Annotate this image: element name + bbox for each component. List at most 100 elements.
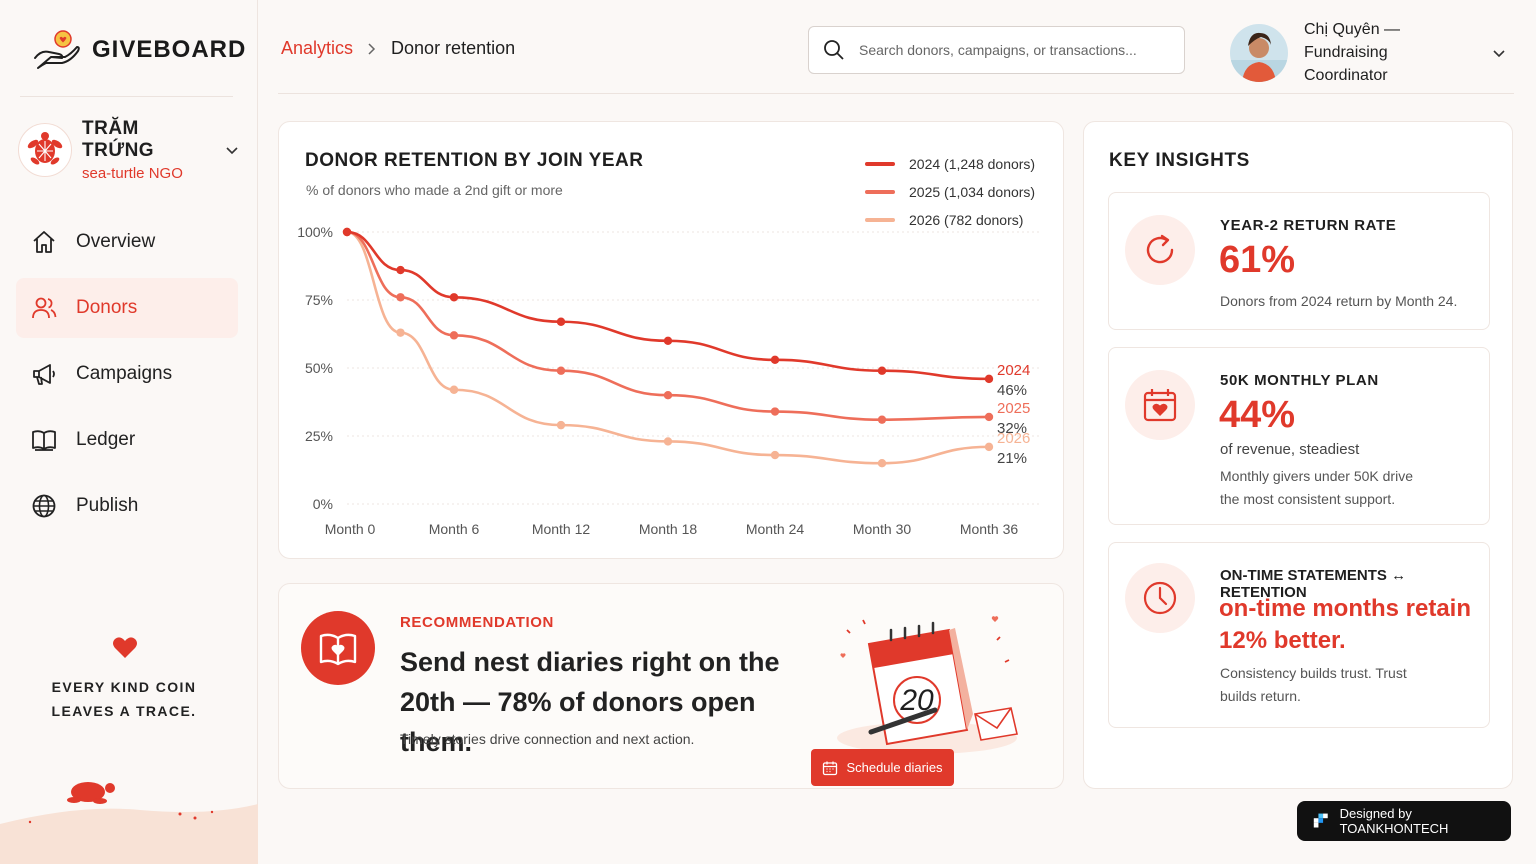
sidebar-item-label: Donors (76, 297, 138, 318)
y-tick-label: 75% (305, 292, 333, 308)
x-tick-label: Month 24 (746, 521, 805, 537)
data-point-2024 (396, 265, 405, 275)
brand[interactable]: GIVEBOARD (32, 28, 246, 72)
data-point-2026 (449, 385, 459, 394)
user-menu[interactable]: Chị Quyên — Fundraising Coordinator (1230, 18, 1506, 87)
x-tick-label: Month 6 (429, 521, 480, 537)
insight-desc: Monthly givers under 50K drive the most … (1220, 465, 1413, 511)
schedule-diaries-button[interactable]: Schedule diaries (811, 749, 954, 786)
search-input[interactable] (859, 42, 1159, 58)
sidebar-item-overview[interactable]: Overview (16, 212, 238, 272)
insight-value: 44% (1219, 394, 1296, 436)
org-subtitle: sea-turtle NGO (82, 165, 183, 182)
series-end-label: 2025 (997, 400, 1030, 417)
home-icon (33, 231, 55, 253)
sidebar-item-label: Ledger (76, 429, 136, 450)
org-switcher[interactable]: TRĂM TRỨNG sea-turtle NGO (18, 118, 240, 182)
insight-desc-line-1: Consistency builds trust. Trust (1220, 665, 1407, 681)
tagline: EVERY KIND COIN LEAVES A TRACE. (0, 675, 248, 723)
sidebar: GIVEBOARD TRĂM TRỨNG sea-turtle NGO Over… (0, 0, 258, 864)
series-end-value: 32% (997, 420, 1027, 437)
insight-desc-line-2: builds return. (1220, 688, 1301, 704)
x-tick-label: Month 36 (960, 521, 1019, 537)
sidebar-item-ledger[interactable]: Ledger (16, 410, 238, 470)
sidebar-item-label: Campaigns (76, 363, 173, 384)
insight-card-on-time-statements[interactable]: ON-TIME STATEMENTS ↔ RETENTION on-time m… (1108, 542, 1490, 728)
series-line-2026 (345, 230, 991, 465)
retention-line-chart: 0% 25% 50% 75% 100% Month 0 Month 6 Month 12 Mon… (297, 224, 1041, 537)
x-tick-label: Month 0 (325, 521, 376, 537)
y-tick-label: 50% (305, 360, 333, 376)
users-icon (32, 297, 57, 319)
sidebar-item-publish[interactable]: Publish (16, 476, 238, 536)
data-point-2024 (877, 366, 887, 375)
y-tick-label: 0% (313, 496, 333, 512)
data-point-2025 (396, 293, 405, 302)
insight-desc: Donors from 2024 return by Month 24. (1220, 293, 1458, 309)
insight-desc-lead: of revenue, steadiest (1220, 441, 1360, 458)
insight-card-return-rate[interactable]: YEAR-2 RETURN RATE 61% Donors from 2024 … (1108, 192, 1490, 330)
x-tick-label: Month 30 (853, 521, 912, 537)
data-point-2025 (770, 407, 780, 416)
series-end-value: 21% (997, 450, 1027, 467)
insight-value-line-2: 12% better. (1219, 627, 1346, 654)
book-icon (32, 430, 56, 451)
x-tick-label: Month 18 (639, 521, 698, 537)
retention-chart-card: DONOR RETENTION BY JOIN YEAR % of donors… (278, 121, 1064, 559)
data-point-2025 (663, 391, 673, 400)
y-tick-label: 100% (297, 224, 333, 240)
brand-name: GIVEBOARD (92, 36, 247, 63)
breadcrumb-current: Donor retention (391, 38, 516, 58)
button-label: Schedule diaries (846, 760, 943, 775)
giving-hand-icon (34, 30, 80, 69)
y-tick-label: 25% (305, 428, 333, 444)
data-point-2024 (984, 374, 994, 384)
data-point-2024 (770, 355, 780, 365)
insight-label: YEAR-2 RETURN RATE (1220, 217, 1397, 234)
data-point-2026 (877, 459, 887, 468)
refresh-icon (1125, 215, 1195, 285)
data-point-2025 (877, 415, 887, 424)
tagline-line-2: LEAVES A TRACE. (51, 703, 197, 719)
breadcrumb-analytics[interactable]: Analytics (281, 38, 353, 59)
designer-badge[interactable]: Designed by TOANKHONTECH (1297, 801, 1511, 841)
open-book-heart-icon (301, 611, 375, 685)
turtle-logo-icon (18, 123, 72, 177)
divider (278, 93, 1514, 94)
insight-desc-line-1: Monthly givers under 50K drive (1220, 468, 1413, 484)
data-point-2025 (556, 366, 566, 375)
clock-icon (1125, 563, 1195, 633)
insights-title: KEY INSIGHTS (1109, 150, 1250, 171)
data-point-2026 (556, 420, 566, 430)
sidebar-item-donors[interactable]: Donors (16, 278, 238, 338)
data-point-2024 (449, 293, 459, 302)
org-name: TRĂM TRỨNG (82, 118, 155, 161)
user-role: Coordinator (1304, 67, 1388, 84)
insight-value: on-time months retain 12% better. (1219, 593, 1471, 657)
key-insights-panel: KEY INSIGHTS YEAR-2 RETURN RATE 61% Dono… (1083, 121, 1513, 789)
data-point-2026 (663, 437, 673, 446)
data-point-2024 (342, 227, 352, 237)
recommendation-card: RECOMMENDATION Send nest diaries right o… (278, 583, 1064, 789)
sidebar-item-campaigns[interactable]: Campaigns (16, 344, 238, 404)
insight-card-monthly-plan[interactable]: 50K MONTHLY PLAN 44% of revenue, steadie… (1108, 347, 1490, 525)
calendar-illustration: 20 (837, 616, 1018, 754)
user-name: Chị Quyên — Fundraising (1304, 21, 1401, 61)
series-end-label: 2024 (997, 362, 1030, 379)
pixel-logo-icon (1313, 813, 1328, 828)
recommendation-label: RECOMMENDATION (400, 614, 554, 631)
search-icon (824, 40, 844, 60)
insight-desc-line-2: the most consistent support. (1220, 491, 1396, 507)
megaphone-icon (33, 364, 55, 385)
insight-label: 50K MONTHLY PLAN (1220, 372, 1379, 389)
data-point-2026 (396, 328, 405, 337)
chevron-down-icon[interactable] (224, 142, 240, 158)
chevron-down-icon[interactable] (1492, 46, 1506, 60)
data-point-2026 (984, 442, 994, 452)
badge-text: Designed by TOANKHONTECH (1339, 806, 1449, 836)
recommendation-body: Timely stories drive connection and next… (400, 731, 695, 747)
calendar-heart-icon (1125, 370, 1195, 440)
sidebar-item-label: Overview (76, 231, 156, 252)
data-point-2025 (449, 331, 459, 340)
search-box[interactable] (808, 26, 1185, 74)
